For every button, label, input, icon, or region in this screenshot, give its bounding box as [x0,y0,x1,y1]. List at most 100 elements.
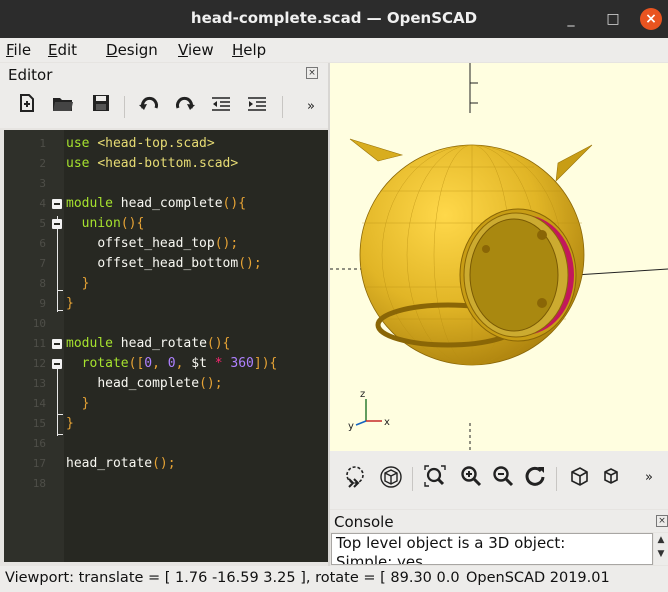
view-all-icon[interactable] [422,465,448,491]
line-number: 14 [32,397,46,410]
line-number: 13 [32,377,46,390]
code-line: 17 head_rotate(); [4,454,328,474]
console-line: Top level object is a 3D object: [336,534,566,552]
unindent-icon[interactable] [208,94,234,120]
menu-file[interactable]: File [6,41,31,59]
editor-title: Editor [8,66,53,84]
3d-viewport[interactable]: z y x [330,63,668,451]
line-number: 9 [39,297,46,310]
undo-icon[interactable] [136,94,162,120]
code-text: module head_rotate(){ [66,336,231,351]
line-number: 15 [32,417,46,430]
save-icon[interactable] [88,94,114,120]
indent-icon[interactable] [244,94,270,120]
openscad-window: head-complete.scad — OpenSCAD _ □ × File… [0,0,668,592]
fold-toggle-icon[interactable] [52,359,62,369]
orthogonal-icon[interactable] [598,465,624,491]
code-line: 15 } [4,414,328,434]
editor-header: Editor × [0,63,328,86]
line-number: 11 [32,337,46,350]
code-line: 5 union(){ [4,214,328,234]
code-line: 4 module head_complete(){ [4,194,328,214]
line-number: 4 [39,197,46,210]
axis-label-z: z [360,389,365,400]
line-number: 7 [39,257,46,270]
menu-design[interactable]: Design [106,41,158,59]
code-text: rotate([0, 0, $t * 360]){ [81,356,278,371]
zoom-in-icon[interactable] [458,465,484,491]
maximize-button[interactable]: □ [602,8,624,30]
perspective-icon[interactable] [566,465,592,491]
right-horn [555,144,593,182]
line-number: 10 [32,317,46,330]
code-text: } [81,396,90,411]
line-number: 16 [32,437,46,450]
toolbar-more-icon[interactable]: » [298,94,324,120]
close-button[interactable]: × [640,8,662,30]
reset-view-icon[interactable] [522,465,548,491]
code-line: 18 [4,474,328,494]
toolbar-separator [282,96,283,118]
new-file-icon[interactable] [14,94,40,120]
fold-toggle-icon[interactable] [52,219,62,229]
code-text: union(){ [81,216,145,231]
line-number: 5 [39,217,46,230]
menu-edit[interactable]: Edit [48,41,77,59]
toolbar-separator [412,467,413,491]
console-scrollbar[interactable]: ▲ ▼ [654,533,668,565]
editor-close-icon[interactable]: × [306,67,318,79]
line-number: 12 [32,357,46,370]
line-number: 17 [32,457,46,470]
line-number: 1 [39,137,46,150]
zoom-out-icon[interactable] [490,465,516,491]
axis-label-x: x [384,417,390,428]
code-text: head_rotate(); [66,456,176,471]
code-line: 6 offset_head_top(); [4,234,328,254]
code-line: 13 head_complete(); [4,374,328,394]
console-header: Console × [330,510,668,532]
code-editor[interactable]: 1 use <head-top.scad> 2 use <head-bottom… [4,130,328,562]
redo-icon[interactable] [172,94,198,120]
code-line: 9 } [4,294,328,314]
line-number: 3 [39,177,46,190]
version-label: OpenSCAD 2019.01 [466,570,610,586]
code-text: } [66,416,74,431]
console-output[interactable]: Top level object is a 3D object: Simple:… [331,533,653,565]
line-number: 6 [39,237,46,250]
code-text: } [66,296,74,311]
code-line: 3 [4,174,328,194]
line-number: 18 [32,477,46,490]
open-folder-icon[interactable] [50,94,76,120]
more-icon[interactable]: » [636,465,662,491]
minimize-button[interactable]: _ [560,8,582,30]
viewport-status: Viewport: translate = [ 1.76 -16.59 3.25… [5,570,460,586]
left-horn [349,138,404,162]
fold-toggle-icon[interactable] [52,339,62,349]
code-line: 2 use <head-bottom.scad> [4,154,328,174]
rendered-model: z y x [330,63,668,451]
fold-toggle-icon[interactable] [52,199,62,209]
view-toolbar: » [330,451,668,509]
render-icon[interactable] [378,465,404,491]
preview-icon[interactable] [342,465,368,491]
axis-indicator: z y x [348,389,390,432]
menu-view[interactable]: View [178,41,214,59]
console-title: Console [334,513,394,531]
axis-line [574,268,668,276]
status-bar: Viewport: translate = [ 1.76 -16.59 3.25… [0,566,668,592]
line-number: 2 [39,157,46,170]
toolbar-separator [556,467,557,491]
console-close-icon[interactable]: × [656,515,668,527]
toolbar-separator [124,96,125,118]
code-text: module head_complete(){ [66,196,247,211]
code-text: head_complete(); [97,376,223,391]
code-line: 8 } [4,274,328,294]
code-line: 1 use <head-top.scad> [4,134,328,154]
console-line: Simple: yes [336,553,423,565]
code-text: use <head-top.scad> [66,136,215,151]
code-text: offset_head_bottom(); [97,256,262,271]
code-text: } [81,276,90,291]
menu-bar: File Edit Design View Help [0,38,668,62]
menu-help[interactable]: Help [232,41,266,59]
line-number: 8 [39,277,46,290]
